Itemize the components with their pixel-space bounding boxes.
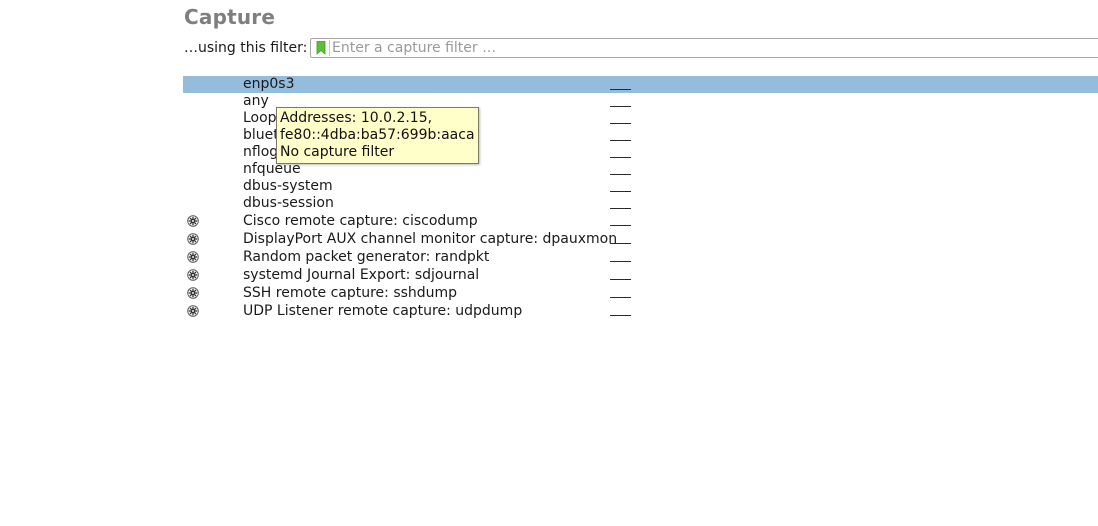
interface-name: dbus-session <box>243 195 334 211</box>
gear-icon[interactable] <box>187 251 199 263</box>
traffic-sparkline <box>610 140 631 141</box>
traffic-sparkline <box>610 157 631 158</box>
interface-row[interactable]: enp0s3 <box>183 76 1098 93</box>
interface-name: Random packet generator: randpkt <box>243 249 490 265</box>
gear-icon[interactable] <box>187 269 199 281</box>
gear-icon[interactable] <box>187 305 199 317</box>
capture-filter-box <box>310 38 1098 58</box>
tooltip-filter-status: No capture filter <box>280 144 395 160</box>
filter-bookmark-button[interactable] <box>312 40 330 56</box>
traffic-sparkline <box>610 191 631 192</box>
interface-name: nflog <box>243 144 279 160</box>
traffic-sparkline <box>610 261 631 262</box>
traffic-sparkline <box>610 106 631 107</box>
interface-name: Cisco remote capture: ciscodump <box>243 213 478 229</box>
bookmark-icon <box>316 41 325 55</box>
interface-tooltip: Addresses: 10.0.2.15, fe80::4dba:ba57:69… <box>276 107 479 164</box>
tooltip-addresses: Addresses: 10.0.2.15, <box>280 110 433 126</box>
interface-name: UDP Listener remote capture: udpdump <box>243 303 523 319</box>
interface-name: SSH remote capture: sshdump <box>243 285 458 301</box>
gear-icon[interactable] <box>187 287 199 299</box>
interface-row[interactable]: dbus-session <box>183 195 1098 212</box>
traffic-sparkline <box>610 123 631 124</box>
interface-name: DisplayPort AUX channel monitor capture:… <box>243 231 618 247</box>
traffic-sparkline <box>610 89 631 90</box>
interface-row[interactable]: SSH remote capture: sshdump <box>183 284 1098 302</box>
traffic-sparkline <box>610 225 631 226</box>
traffic-sparkline <box>610 279 631 280</box>
interface-name: any <box>243 93 269 109</box>
interface-name: enp0s3 <box>243 76 295 92</box>
tooltip-ipv6-address: fe80::4dba:ba57:699b:aaca <box>280 127 475 143</box>
capture-filter-input[interactable] <box>332 39 1092 57</box>
interface-name: systemd Journal Export: sdjournal <box>243 267 480 283</box>
interface-row[interactable]: UDP Listener remote capture: udpdump <box>183 302 1098 320</box>
traffic-sparkline <box>610 208 631 209</box>
traffic-sparkline <box>610 297 631 298</box>
gear-icon[interactable] <box>187 215 199 227</box>
traffic-sparkline <box>610 243 631 244</box>
interface-row[interactable]: Cisco remote capture: ciscodump <box>183 212 1098 230</box>
gear-icon[interactable] <box>187 233 199 245</box>
interface-row[interactable]: DisplayPort AUX channel monitor capture:… <box>183 230 1098 248</box>
traffic-sparkline <box>610 174 631 175</box>
interface-row[interactable]: dbus-system <box>183 178 1098 195</box>
capture-title: Capture <box>184 5 276 29</box>
interface-row[interactable]: Random packet generator: randpkt <box>183 248 1098 266</box>
traffic-sparkline <box>610 315 631 316</box>
filter-label: …using this filter: <box>184 40 308 56</box>
interface-name: dbus-system <box>243 178 333 194</box>
interface-row[interactable]: systemd Journal Export: sdjournal <box>183 266 1098 284</box>
